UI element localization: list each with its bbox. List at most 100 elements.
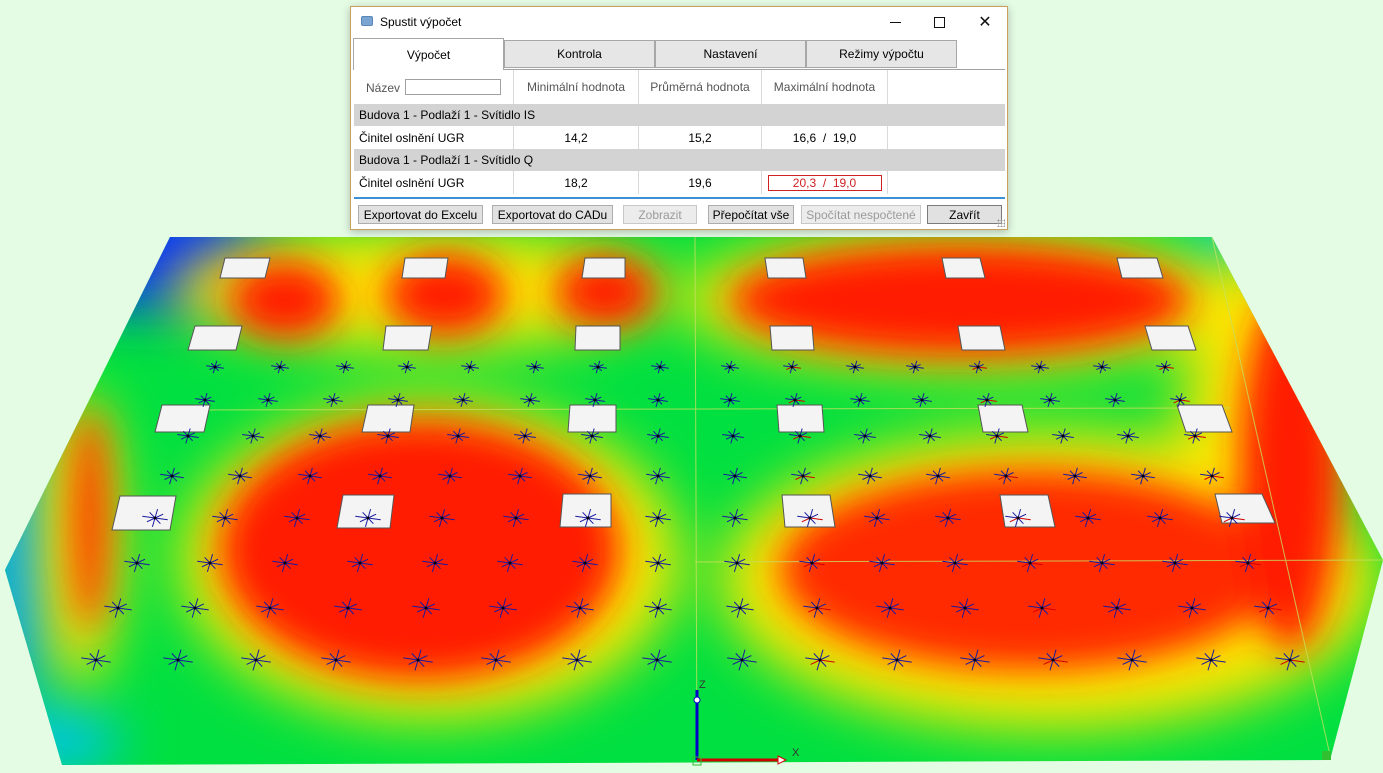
marker-center [448,474,452,478]
marker-center [1048,398,1052,402]
results-table: Název Minimální hodnota Průměrná hodnota… [354,70,1005,194]
marker-center [1158,516,1162,520]
marker-center [378,474,382,478]
marker-center [658,365,662,369]
marker-center [953,561,957,565]
tab-check[interactable]: Kontrola [504,40,655,68]
marker-center [596,365,600,369]
marker-center [1061,434,1065,438]
marker-center [656,434,660,438]
row-extra [888,171,1005,194]
marker-center [254,658,258,662]
marker-center [853,365,857,369]
marker-center [810,561,814,565]
corner-handle[interactable] [1322,751,1331,760]
marker-center [868,474,872,478]
calculate-uncalculated-button[interactable]: Spočítat nespočtené [801,205,921,224]
tab-bar: Výpočet Kontrola Nastavení Režimy výpočt… [353,38,1005,70]
close-button[interactable]: Zavřít [927,205,1002,224]
marker-center [586,516,590,520]
marker-center [1141,474,1145,478]
row-avg: 15,2 [639,126,762,149]
marker-center [318,434,322,438]
export-cad-button[interactable]: Exportovat do CADu [492,205,613,224]
group-title: Budova 1 - Podlaží 1 - Svítidlo Q [359,153,534,167]
marker-center [790,365,794,369]
marker-center [656,516,660,520]
marker-center [815,606,819,610]
column-max: Maximální hodnota [762,70,888,104]
marker-center [1163,365,1167,369]
tab-calculation[interactable]: Výpočet [353,38,504,70]
marker-center [575,658,579,662]
marker-center [1086,516,1090,520]
marker-center [590,434,594,438]
export-excel-button[interactable]: Exportovat do Excelu [358,205,483,224]
dialog-titlebar[interactable]: Spustit výpočet ✕ [351,7,1007,37]
row-min: 18,2 [514,171,639,194]
marker-center [514,516,518,520]
marker-center [1190,606,1194,610]
maximize-button[interactable] [917,7,961,37]
marker-center [358,561,362,565]
group-row[interactable]: Budova 1 - Podlaží 1 - Svítidlo Q [354,149,1005,171]
row-max-cell: 20,3 / 19,0 [762,171,888,194]
marker-center [1051,658,1055,662]
marker-center [858,398,862,402]
marker-center [801,474,805,478]
table-row[interactable]: Činitel oslnění UGR 14,2 15,2 16,6 / 19,… [354,126,1005,149]
row-min: 14,2 [514,126,639,149]
marker-center [440,516,444,520]
separator [354,197,1005,199]
marker-center [213,365,217,369]
show-button[interactable]: Zobrazit [623,205,697,224]
marker-center [740,658,744,662]
marker-center [251,434,255,438]
run-calculation-dialog: Spustit výpočet ✕ Výpočet Kontrola Nasta… [350,6,1008,230]
marker-center [1126,434,1130,438]
marker-center [334,658,338,662]
name-filter-cell: Název [354,70,514,104]
marker-center [888,606,892,610]
close-icon: ✕ [978,14,992,31]
marker-center [433,561,437,565]
name-filter-label: Název [366,81,401,95]
marker-center [880,561,884,565]
marker-center [588,474,592,478]
marker-center [936,474,940,478]
marker-center [153,516,157,520]
marker-center [135,561,139,565]
close-window-button[interactable]: ✕ [963,7,1007,37]
marker-center [1038,365,1042,369]
recalculate-all-button[interactable]: Přepočítat vše [708,205,794,224]
row-name: Činitel oslnění UGR [354,171,514,194]
minimize-button[interactable] [873,7,917,37]
marker-center [875,516,879,520]
row-name: Činitel oslnění UGR [354,126,514,149]
dialog-title: Spustit výpočet [380,15,462,29]
tab-settings[interactable]: Nastavení [655,40,806,68]
marker-center [793,398,797,402]
marker-center [1210,474,1214,478]
marker-center [913,365,917,369]
group-row[interactable]: Budova 1 - Podlaží 1 - Svítidlo IS [354,104,1005,126]
marker-center [1173,561,1177,565]
marker-center [366,516,370,520]
marker-center [895,658,899,662]
marker-center [656,398,660,402]
z-axis-label: Z [699,679,706,691]
marker-center [1288,658,1292,662]
marker-center [266,398,270,402]
marker-center [193,606,197,610]
marker-center [818,658,822,662]
table-row[interactable]: Činitel oslnění UGR 18,2 19,6 20,3 / 19,… [354,171,1005,194]
marker-center [995,434,999,438]
marker-center [343,365,347,369]
resize-grip[interactable] [997,219,1005,227]
tab-calculation-modes[interactable]: Režimy výpočtu [806,40,957,68]
marker-center [578,606,582,610]
marker-center [208,561,212,565]
marker-center [735,561,739,565]
name-filter-input[interactable] [405,79,501,95]
marker-center [223,516,227,520]
